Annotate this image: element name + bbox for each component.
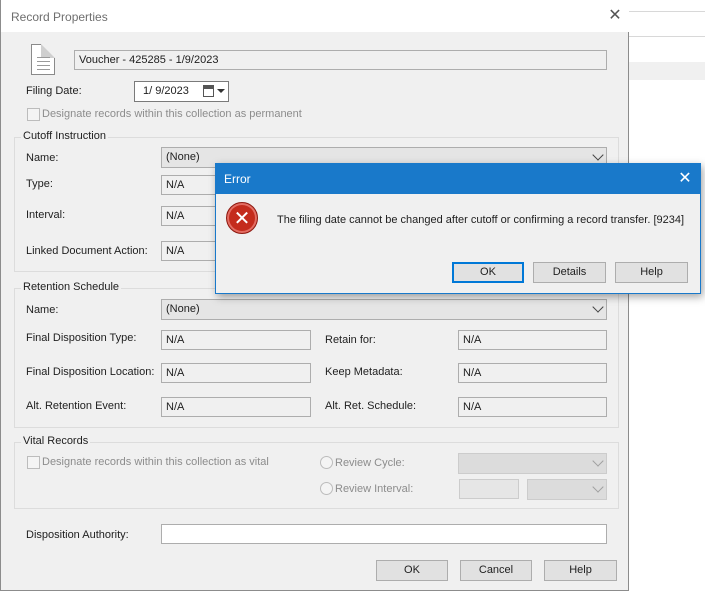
review-interval-label: Review Interval:	[335, 483, 414, 495]
background-divider	[628, 36, 705, 37]
permanent-checkbox[interactable]	[27, 108, 40, 121]
final-disposition-location-field: N/A	[161, 363, 311, 383]
keep-metadata-label: Keep Metadata:	[325, 366, 403, 378]
alt-ret-schedule-field: N/A	[458, 397, 607, 417]
cutoff-name-value: (None)	[166, 151, 200, 163]
retention-name-label: Name:	[26, 304, 59, 316]
final-disposition-type-field: N/A	[161, 330, 311, 350]
error-icon: ✕	[226, 202, 258, 234]
alt-ret-schedule-label: Alt. Ret. Schedule:	[325, 400, 417, 412]
background-row	[628, 62, 705, 80]
chevron-down-icon	[592, 481, 604, 493]
error-ok-button[interactable]: OK	[452, 262, 524, 283]
error-message: The filing date cannot be changed after …	[277, 214, 685, 226]
document-icon	[31, 44, 55, 75]
help-button[interactable]: Help	[544, 560, 617, 581]
calendar-icon[interactable]	[203, 85, 214, 97]
retain-for-label: Retain for:	[325, 334, 376, 346]
filing-date-picker[interactable]: 1/ 9/2023	[134, 81, 229, 102]
filing-date-label: Filing Date:	[26, 85, 82, 97]
error-details-button[interactable]: Details	[533, 262, 606, 283]
retain-for-field: N/A	[458, 330, 607, 350]
vital-checkbox-label: Designate records within this collection…	[42, 456, 269, 468]
review-cycle-radio[interactable]	[320, 456, 333, 469]
chevron-down-icon	[592, 301, 604, 313]
ok-button[interactable]: OK	[376, 560, 448, 581]
disposition-authority-label: Disposition Authority:	[26, 529, 129, 541]
keep-metadata-field: N/A	[458, 363, 607, 383]
cancel-button[interactable]: Cancel	[460, 560, 532, 581]
disposition-authority-field[interactable]	[161, 524, 607, 544]
cutoff-interval-label: Interval:	[26, 209, 66, 221]
chevron-down-icon	[592, 149, 604, 161]
record-properties-dialog: Record Properties ✕ Voucher - 425285 - 1…	[0, 0, 629, 591]
review-interval-unit-select[interactable]	[527, 479, 607, 500]
chevron-down-icon[interactable]	[217, 89, 225, 93]
cutoff-group-title: Cutoff Instruction	[21, 130, 108, 142]
review-interval-input[interactable]	[459, 479, 519, 499]
record-name-field[interactable]: Voucher - 425285 - 1/9/2023	[74, 50, 607, 70]
filing-date-value: 1/ 9/2023	[143, 85, 189, 97]
error-title: Error	[224, 172, 251, 186]
retention-name-select[interactable]: (None)	[161, 299, 607, 320]
permanent-checkbox-label: Designate records within this collection…	[42, 108, 302, 120]
alt-retention-event-label: Alt. Retention Event:	[26, 400, 127, 412]
retention-group-title: Retention Schedule	[21, 281, 122, 293]
review-cycle-label: Review Cycle:	[335, 457, 405, 469]
dialog-title: Record Properties	[11, 10, 108, 24]
final-disposition-location-label: Final Disposition Location:	[26, 366, 155, 378]
final-disposition-type-label: Final Disposition Type:	[26, 332, 137, 344]
error-help-button[interactable]: Help	[615, 262, 688, 283]
review-cycle-select[interactable]	[458, 453, 607, 474]
vital-checkbox[interactable]	[27, 456, 40, 469]
close-icon[interactable]: ✕	[675, 169, 695, 189]
linked-document-action-label: Linked Document Action:	[26, 245, 148, 257]
cutoff-name-label: Name:	[26, 152, 59, 164]
close-icon[interactable]: ✕	[605, 6, 625, 26]
alt-retention-event-field: N/A	[161, 397, 311, 417]
background-divider	[628, 11, 705, 12]
cutoff-type-label: Type:	[26, 178, 53, 190]
error-dialog: Error ✕ ✕ The filing date cannot be chan…	[215, 163, 701, 294]
chevron-down-icon	[592, 455, 604, 467]
error-titlebar: Error ✕	[216, 164, 700, 194]
vital-group-title: Vital Records	[21, 435, 91, 447]
dialog-titlebar: Record Properties ✕	[1, 0, 629, 32]
background-app	[628, 0, 705, 591]
review-interval-radio[interactable]	[320, 482, 333, 495]
retention-name-value: (None)	[166, 303, 200, 315]
